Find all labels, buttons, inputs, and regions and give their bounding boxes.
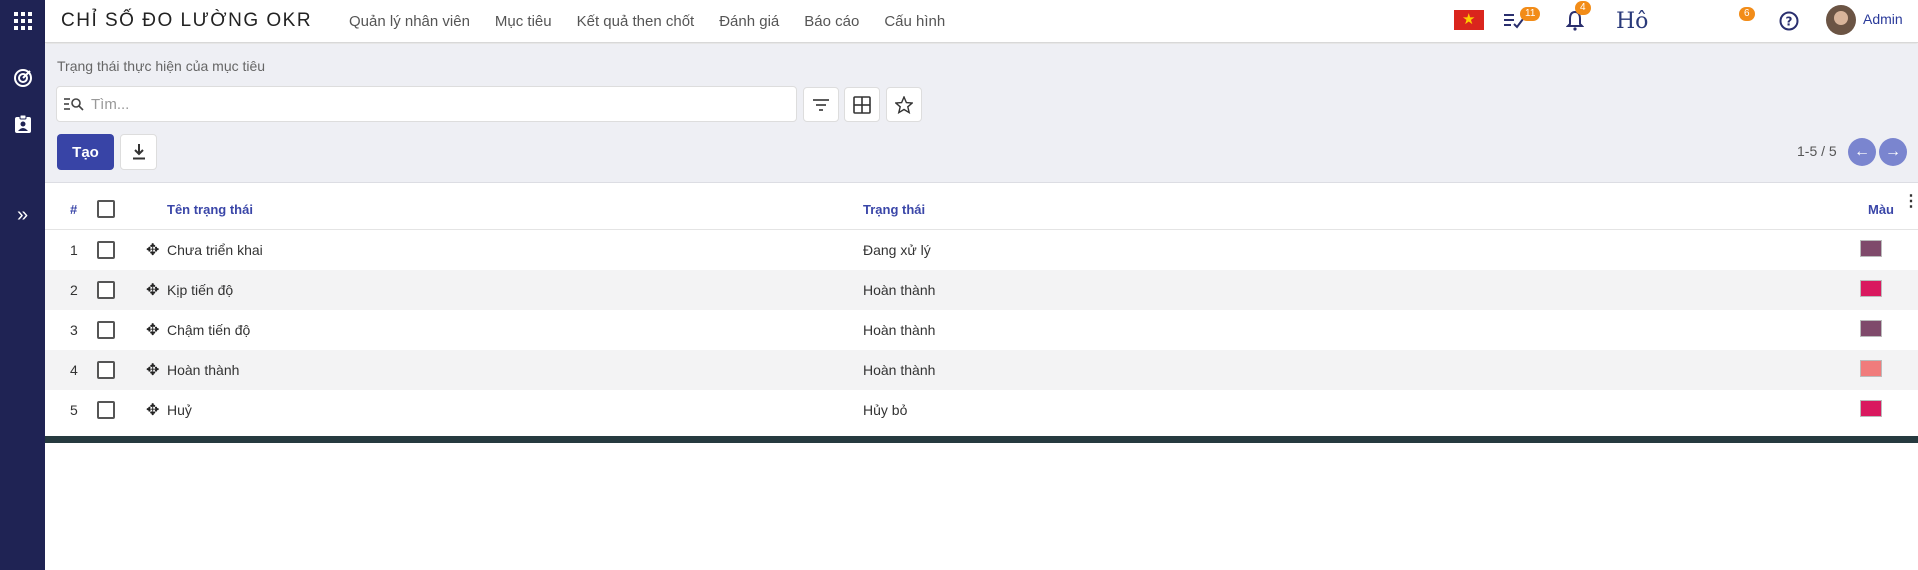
table-row[interactable]: 1 ✥ Chưa triển khai Đang xử lý bbox=[45, 230, 1918, 270]
drag-handle-icon[interactable]: ✥ bbox=[146, 280, 159, 300]
ho-label[interactable]: Hô bbox=[1616, 9, 1648, 34]
column-status[interactable]: Trạng thái bbox=[863, 202, 925, 217]
download-button[interactable] bbox=[120, 134, 157, 170]
breadcrumb: Trạng thái thực hiện của mục tiêu bbox=[57, 58, 266, 74]
row-name[interactable]: Hoàn thành bbox=[167, 362, 239, 378]
extra-badge: 6 bbox=[1739, 7, 1755, 21]
column-options-icon[interactable]: ⋮ bbox=[1903, 194, 1918, 210]
help-icon[interactable]: ? bbox=[1775, 8, 1803, 34]
row-color-swatch[interactable] bbox=[1860, 320, 1882, 337]
menu-key-results[interactable]: Kết quả then chốt bbox=[577, 13, 695, 30]
pager-next-button[interactable]: → bbox=[1879, 138, 1907, 166]
pager-value[interactable]: 1-5 / 5 bbox=[1797, 143, 1837, 159]
row-checkbox[interactable] bbox=[97, 321, 115, 339]
favorites-star-button[interactable] bbox=[886, 87, 922, 122]
column-color[interactable]: Màu bbox=[1868, 202, 1894, 217]
row-status[interactable]: Hoàn thành bbox=[863, 282, 935, 298]
row-status[interactable]: Đang xử lý bbox=[863, 242, 931, 258]
row-color-swatch[interactable] bbox=[1860, 280, 1882, 297]
status-table: # Tên trạng thái Trạng thái Màu ⋮ 1 ✥ Ch… bbox=[45, 187, 1918, 430]
row-index: 5 bbox=[70, 402, 78, 418]
target-icon[interactable] bbox=[0, 63, 45, 93]
user-avatar[interactable] bbox=[1826, 5, 1856, 35]
row-index: 1 bbox=[70, 242, 78, 258]
row-index: 2 bbox=[70, 282, 78, 298]
row-color-swatch[interactable] bbox=[1860, 360, 1882, 377]
table-row[interactable]: 3 ✥ Chậm tiến độ Hoàn thành bbox=[45, 310, 1918, 350]
notifications-badge: 4 bbox=[1575, 1, 1591, 15]
select-all-checkbox[interactable] bbox=[97, 200, 115, 218]
row-color-swatch[interactable] bbox=[1860, 400, 1882, 417]
row-checkbox[interactable] bbox=[97, 241, 115, 259]
drag-handle-icon[interactable]: ✥ bbox=[146, 240, 159, 260]
row-name[interactable]: Kịp tiến độ bbox=[167, 282, 233, 298]
app-title[interactable]: CHỈ SỐ ĐO LƯỜNG OKR bbox=[61, 10, 312, 32]
menu-employees[interactable]: Quản lý nhân viên bbox=[349, 13, 470, 30]
row-index: 3 bbox=[70, 322, 78, 338]
row-checkbox[interactable] bbox=[97, 401, 115, 419]
menu-evaluation[interactable]: Đánh giá bbox=[719, 13, 779, 30]
main-menu: Quản lý nhân viên Mục tiêu Kết quả then … bbox=[349, 0, 970, 43]
table-row[interactable]: 4 ✥ Hoàn thành Hoàn thành bbox=[45, 350, 1918, 390]
apps-grid-icon[interactable] bbox=[0, 6, 45, 36]
row-checkbox[interactable] bbox=[97, 361, 115, 379]
arrow-left-icon: ← bbox=[1854, 143, 1870, 160]
clipboard-user-icon[interactable] bbox=[0, 109, 45, 139]
row-name[interactable]: Chưa triển khai bbox=[167, 242, 263, 258]
row-status[interactable]: Hoàn thành bbox=[863, 322, 935, 338]
menu-configuration[interactable]: Cấu hình bbox=[884, 13, 945, 30]
row-checkbox[interactable] bbox=[97, 281, 115, 299]
row-status[interactable]: Hoàn thành bbox=[863, 362, 935, 378]
row-name[interactable]: Chậm tiến độ bbox=[167, 322, 250, 338]
pager-previous-button[interactable]: ← bbox=[1848, 138, 1876, 166]
menu-reports[interactable]: Báo cáo bbox=[804, 13, 859, 30]
table-row[interactable]: 2 ✥ Kịp tiến độ Hoàn thành bbox=[45, 270, 1918, 310]
group-by-button[interactable] bbox=[844, 87, 880, 122]
search-icon bbox=[64, 96, 84, 115]
drag-handle-icon[interactable]: ✥ bbox=[146, 320, 159, 340]
activities-badge: 11 bbox=[1520, 7, 1541, 21]
drag-handle-icon[interactable]: ✥ bbox=[146, 360, 159, 380]
row-index: 4 bbox=[70, 362, 78, 378]
row-status[interactable]: Hủy bỏ bbox=[863, 402, 907, 418]
row-name[interactable]: Huỷ bbox=[167, 402, 192, 418]
column-name[interactable]: Tên trạng thái bbox=[167, 202, 253, 217]
language-flag-icon[interactable]: ★ bbox=[1454, 10, 1484, 30]
create-button[interactable]: Tạo bbox=[57, 134, 114, 170]
user-name[interactable]: Admin bbox=[1863, 11, 1903, 27]
search-input[interactable] bbox=[91, 94, 781, 114]
column-index: # bbox=[70, 202, 78, 217]
table-row[interactable]: 5 ✥ Huỷ Hủy bỏ bbox=[45, 390, 1918, 430]
filter-button[interactable] bbox=[803, 87, 839, 122]
expand-chevrons-icon[interactable]: » bbox=[0, 200, 45, 230]
arrow-right-icon: → bbox=[1885, 143, 1901, 160]
svg-text:?: ? bbox=[1786, 15, 1793, 29]
sidebar: » bbox=[0, 0, 45, 570]
table-header: # Tên trạng thái Trạng thái Màu ⋮ bbox=[45, 187, 1918, 230]
table-footer-bar bbox=[45, 436, 1918, 443]
drag-handle-icon[interactable]: ✥ bbox=[146, 400, 159, 420]
search-box[interactable] bbox=[56, 86, 797, 122]
menu-objectives[interactable]: Mục tiêu bbox=[495, 13, 552, 30]
row-color-swatch[interactable] bbox=[1860, 240, 1882, 257]
control-panel: Trạng thái thực hiện của mục tiêu Tạo 1-… bbox=[45, 44, 1918, 183]
